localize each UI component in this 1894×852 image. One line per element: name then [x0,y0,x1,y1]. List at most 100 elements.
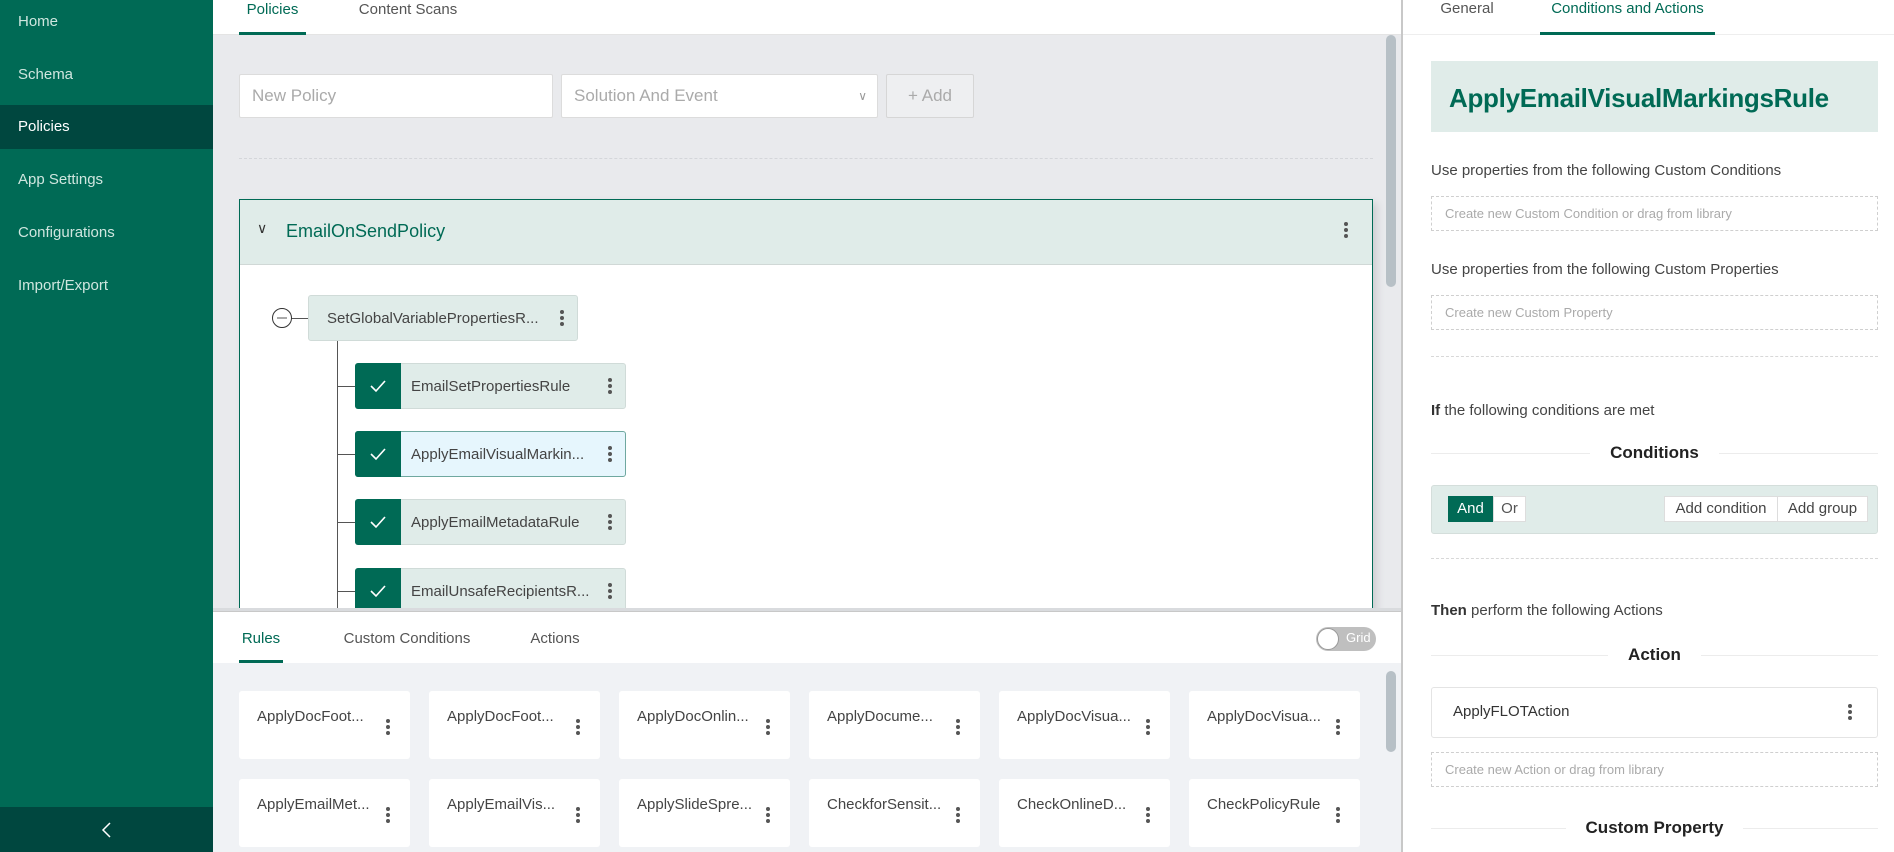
grid-toggle-label: Grid [1346,630,1371,645]
library-rule-label: ApplySlideSpre... [637,796,753,813]
card-more-icon[interactable] [766,719,770,735]
collapse-node-icon[interactable] [272,308,292,328]
rule-more-icon[interactable] [595,446,625,462]
if-text: the following conditions are met [1440,402,1655,419]
library-rule-card[interactable]: ApplyDocVisua... [999,691,1170,759]
tab-general-label: General [1440,0,1494,17]
library-rule-label: CheckforSensit... [827,796,942,813]
check-icon[interactable] [355,363,401,409]
card-more-icon[interactable] [1146,807,1150,823]
details-tabbar: General Conditions and Actions [1403,0,1894,35]
library-rule-label: ApplyDocFoot... [257,708,364,725]
card-more-icon[interactable] [576,719,580,735]
new-policy-input[interactable]: New Policy [239,74,553,118]
sidebar-item-home[interactable]: Home [0,0,213,44]
tab-custom-conditions[interactable]: Custom Conditions [341,630,473,663]
custom-condition-dropzone[interactable]: Create new Custom Condition or drag from… [1431,196,1878,231]
policies-workspace: Policies Content Scans New Policy Soluti… [213,0,1401,619]
tab-conditions-actions[interactable]: Conditions and Actions [1540,0,1715,35]
library-rule-label: ApplyDocume... [827,708,933,725]
tree-trunk [337,341,338,619]
add-condition-button[interactable]: Add condition [1664,496,1778,522]
policy-more-icon[interactable] [1344,222,1348,238]
solution-event-select[interactable]: Solution And Event ∨ [561,74,878,118]
sidebar: Home Schema Policies App Settings Config… [0,0,213,852]
card-more-icon[interactable] [956,807,960,823]
sidebar-item-schema[interactable]: Schema [0,53,213,97]
chevron-down-icon[interactable]: ∨ [257,220,267,237]
logic-or-button[interactable]: Or [1493,496,1526,522]
check-icon[interactable] [355,499,401,545]
library-rule-label: ApplyDocOnlin... [637,708,749,725]
custom-conditions-label: Use properties from the following Custom… [1431,162,1782,179]
card-more-icon[interactable] [386,807,390,823]
rule-more-icon[interactable] [595,514,625,530]
library-rule-card[interactable]: ApplyDocOnlin... [619,691,790,759]
card-more-icon[interactable] [766,807,770,823]
logic-and-button[interactable]: And [1448,496,1493,522]
library-rule-card[interactable]: ApplyEmailMet... [239,779,410,847]
library-rule-card[interactable]: ApplySlideSpre... [619,779,790,847]
tab-content-scans-label: Content Scans [358,1,458,18]
tab-rules[interactable]: Rules [239,630,283,663]
sidebar-item-configurations[interactable]: Configurations [0,211,213,255]
library-panel: Rules Custom Conditions Actions Grid App… [213,612,1401,852]
library-rule-card[interactable]: ApplyDocFoot... [429,691,600,759]
if-conditions-label: If the following conditions are met [1431,402,1654,419]
tab-general[interactable]: General [1439,0,1495,35]
rule-label: EmailSetPropertiesRule [411,377,571,395]
policy-header[interactable]: ∨ EmailOnSendPolicy [240,200,1372,265]
rule-more-icon[interactable] [547,310,577,326]
library-rule-card[interactable]: ApplyDocFoot... [239,691,410,759]
solution-event-placeholder: Solution And Event [574,86,718,105]
card-more-icon[interactable] [386,719,390,735]
card-more-icon[interactable] [1336,719,1340,735]
library-rule-label: CheckPolicyRule [1207,796,1321,813]
plus-icon: + [908,86,918,105]
add-group-button[interactable]: Add group [1777,496,1868,522]
library-rule-card[interactable]: CheckOnlineD... [999,779,1170,847]
card-more-icon[interactable] [576,807,580,823]
action-more-icon[interactable] [1848,704,1852,720]
tab-actions[interactable]: Actions [529,630,581,663]
card-more-icon[interactable] [956,719,960,735]
then-text: perform the following Actions [1466,602,1663,619]
rule-label: SetGlobalVariablePropertiesR... [327,309,539,327]
policies-scrollbar[interactable] [1386,35,1396,287]
grid-toggle[interactable]: Grid [1316,627,1376,651]
section-divider [239,158,1373,159]
action-item[interactable]: ApplyFLOTAction [1431,687,1878,738]
sidebar-collapse-button[interactable] [0,807,213,852]
condition-group: And Or Add condition Add group [1431,485,1878,534]
library-rule-label: ApplyDocFoot... [447,708,554,725]
sidebar-item-app-settings[interactable]: App Settings [0,158,213,202]
rule-node[interactable]: ApplyEmailMetadataRule [355,499,626,545]
library-scrollbar[interactable] [1386,671,1396,752]
chevron-down-icon: ∨ [858,89,867,103]
rule-node[interactable]: EmailSetPropertiesRule [355,363,626,409]
custom-property-dropzone[interactable]: Create new Custom Property [1431,295,1878,330]
library-rule-card[interactable]: ApplyEmailVis... [429,779,600,847]
sidebar-item-import-export[interactable]: Import/Export [0,264,213,308]
action-label: ApplyFLOTAction [1453,703,1570,720]
then-actions-label: Then perform the following Actions [1431,602,1663,619]
add-policy-button[interactable]: + Add [886,74,974,118]
root-rule-node[interactable]: SetGlobalVariablePropertiesR... [308,295,578,341]
rule-node-selected[interactable]: ApplyEmailVisualMarkin... [355,431,626,477]
tab-policies[interactable]: Policies [239,0,306,35]
rule-more-icon[interactable] [595,583,625,599]
card-more-icon[interactable] [1336,807,1340,823]
card-more-icon[interactable] [1146,719,1150,735]
library-rule-card[interactable]: ApplyDocume... [809,691,980,759]
tab-actions-label: Actions [530,630,580,647]
if-keyword: If [1431,402,1441,419]
library-rule-card[interactable]: ApplyDocVisua... [1189,691,1360,759]
library-rule-card[interactable]: CheckPolicyRule [1189,779,1360,847]
action-dropzone[interactable]: Create new Action or drag from library [1431,752,1878,787]
sidebar-item-policies[interactable]: Policies [0,105,213,149]
rule-details-panel: General Conditions and Actions ApplyEmai… [1401,0,1894,852]
rule-more-icon[interactable] [595,378,625,394]
library-rule-card[interactable]: CheckforSensit... [809,779,980,847]
tab-content-scans[interactable]: Content Scans [355,0,461,35]
check-icon[interactable] [355,431,401,477]
